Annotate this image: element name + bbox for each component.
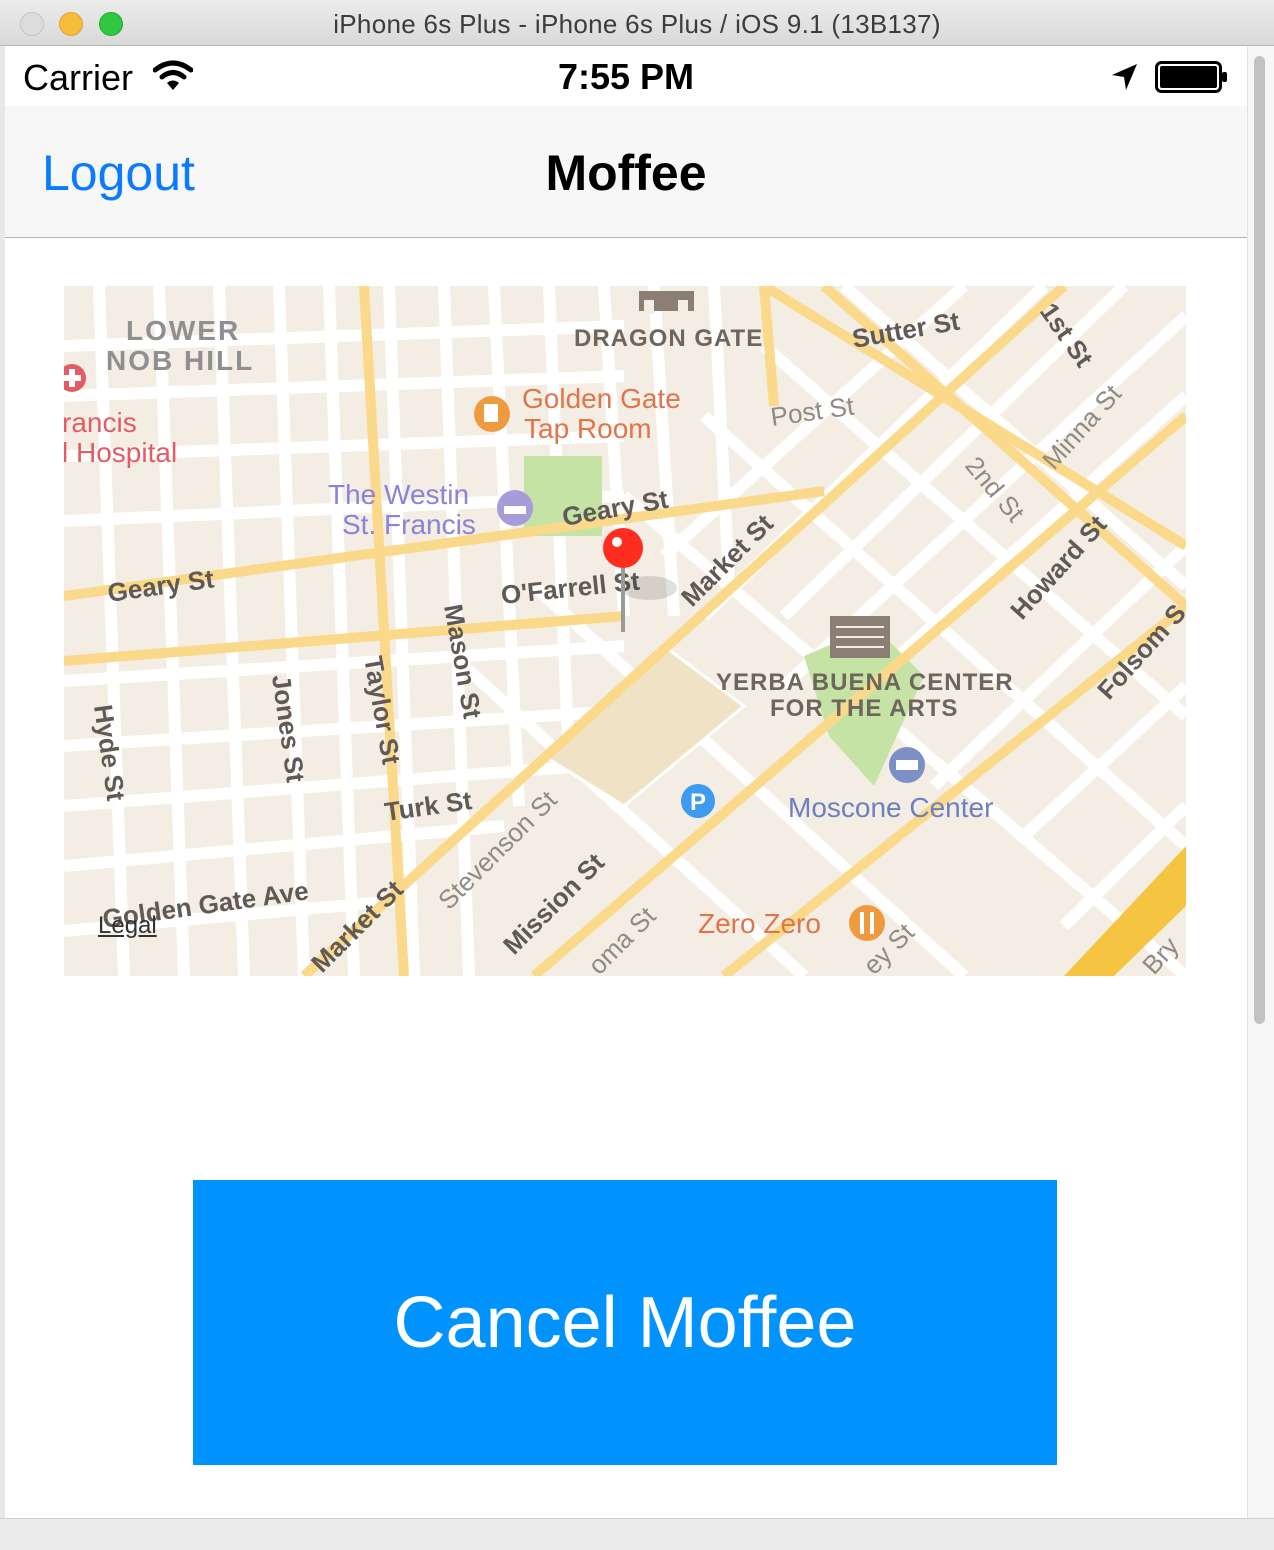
nav-title: Moffee (545, 145, 707, 201)
simulator-screen: Carrier 7:55 PM Logout Moffee P LOWER NO… (5, 46, 1247, 1518)
dragon-gate-icon (639, 291, 694, 314)
map-view[interactable]: P LOWER NOB HILL DRAGON GATE Golden Gate… (64, 286, 1186, 976)
window-title: iPhone 6s Plus - iPhone 6s Plus / iOS 9.… (333, 9, 941, 39)
moscone-label: Moscone Center (788, 792, 993, 823)
hotel-label: St. Francis (342, 509, 476, 540)
status-time: 7:55 PM (557, 56, 695, 97)
parking-icon: P (681, 784, 715, 818)
window-title-bar: iPhone 6s Plus - iPhone 6s Plus / iOS 9.… (0, 0, 1274, 46)
neighborhood-label: LOWER (126, 315, 240, 346)
ybca-label: YERBA BUENA CENTER (716, 669, 1014, 696)
hospital-label: l Hospital (64, 437, 177, 468)
battery-icon (1155, 61, 1227, 93)
dragon-gate-label: DRAGON GATE (574, 325, 763, 352)
poi-label: Golden Gate (522, 383, 681, 414)
neighborhood-label: NOB HILL (106, 345, 254, 376)
moscone-icon (889, 747, 925, 783)
ybca-building-icon (830, 616, 890, 658)
hotel-label: The Westin (328, 479, 469, 510)
legal-link[interactable]: Legal (98, 912, 157, 940)
status-bar: Carrier 7:55 PM (5, 46, 1247, 106)
window-bottom-edge (0, 1518, 1274, 1550)
hospital-label: rancis (64, 407, 137, 438)
navigation-bar: Logout Moffee (5, 106, 1247, 238)
tap-room-icon (474, 396, 510, 432)
hotel-icon (497, 490, 533, 526)
restaurant-label: Zero Zero (698, 908, 821, 939)
map-canvas[interactable]: P LOWER NOB HILL DRAGON GATE Golden Gate… (64, 286, 1186, 976)
location-arrow-icon (1112, 64, 1137, 90)
scrollbar-thumb[interactable] (1254, 56, 1265, 1024)
cancel-moffee-button[interactable]: Cancel Moffee (193, 1180, 1057, 1465)
poi-label: Tap Room (524, 413, 652, 444)
svg-text:P: P (690, 789, 706, 816)
ybca-label: FOR THE ARTS (770, 695, 958, 722)
